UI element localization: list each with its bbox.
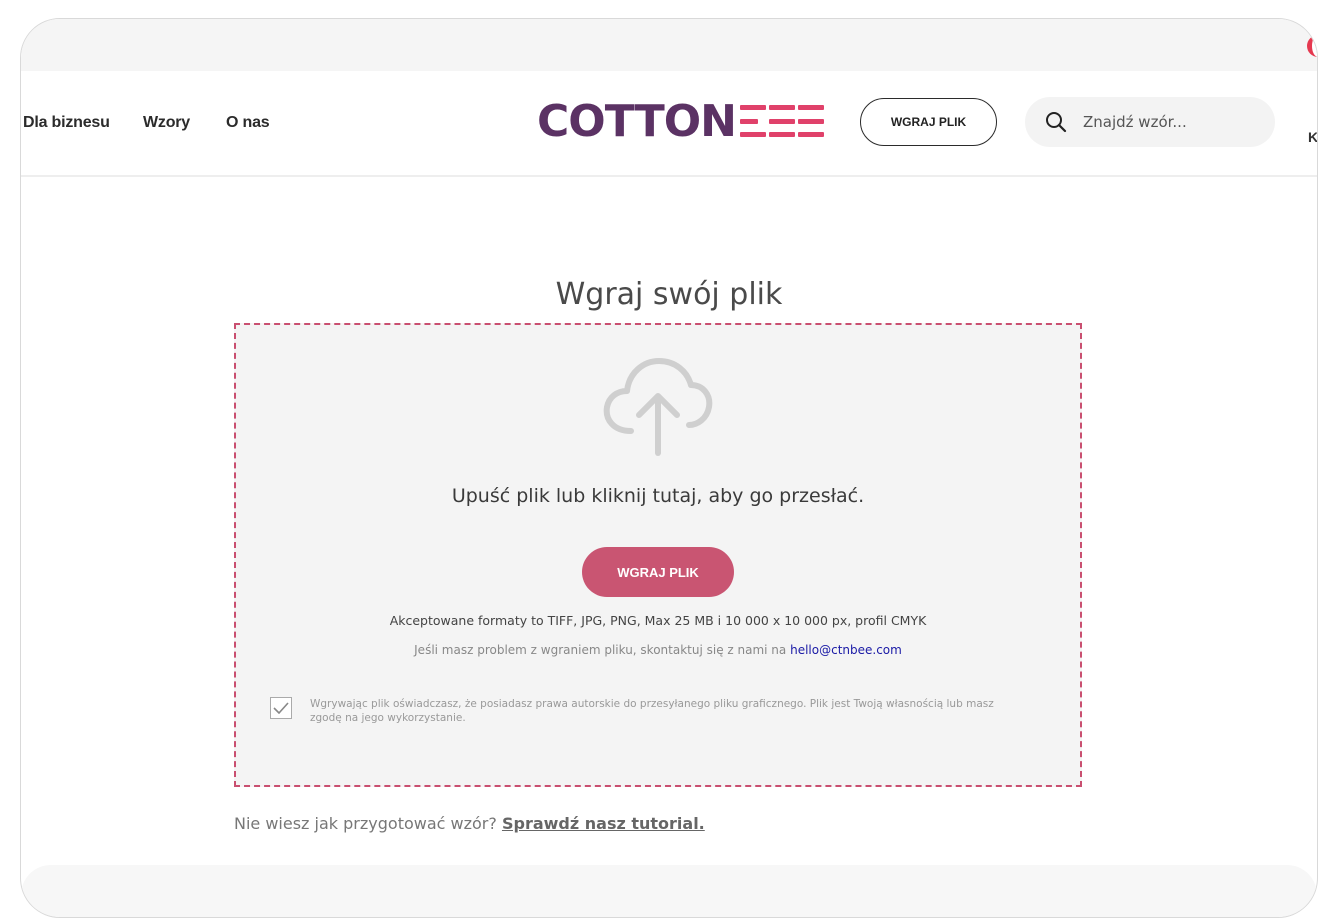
help-email-link[interactable]: hello@ctnbee.com bbox=[790, 643, 902, 657]
dropzone-instruction: Upuść plik lub kliknij tutaj, aby go prz… bbox=[451, 485, 865, 507]
search-input[interactable] bbox=[1081, 112, 1255, 132]
file-dropzone[interactable]: Upuść plik lub kliknij tutaj, aby go prz… bbox=[234, 323, 1082, 787]
cloud-upload-icon bbox=[603, 358, 713, 456]
nav-link-about[interactable]: O nas bbox=[226, 114, 270, 132]
logo-bee-mark bbox=[739, 105, 824, 137]
logo-e-glyph bbox=[797, 105, 824, 137]
header-cut-text[interactable]: K bbox=[1308, 129, 1317, 145]
consent-checkbox[interactable] bbox=[270, 697, 292, 719]
site-header: Dla biznesu Wzory O nas COTTON WGRAJ PLI… bbox=[21, 71, 1317, 177]
upload-file-button[interactable]: WGRAJ PLIK bbox=[582, 547, 734, 597]
tutorial-prompt: Nie wiesz jak przygotować wzór? Sprawdź … bbox=[234, 814, 705, 833]
checkmark-icon bbox=[273, 702, 289, 714]
nav-link-business[interactable]: Dla biznesu bbox=[23, 114, 110, 132]
browser-frame: Dla biznesu Wzory O nas COTTON WGRAJ PLI… bbox=[20, 18, 1318, 918]
header-upload-button[interactable]: WGRAJ PLIK bbox=[860, 98, 997, 146]
consent-line-2: zgodę na jego wykorzystanie. bbox=[310, 712, 466, 724]
page-title: Wgraj swój plik bbox=[555, 277, 783, 313]
logo-b-glyph bbox=[739, 105, 766, 137]
logo-wordmark: COTTON bbox=[537, 95, 737, 147]
tutorial-link[interactable]: Sprawdź nasz tutorial. bbox=[502, 814, 705, 833]
consent-line-1: Wgrywając plik oświadczasz, że posiadasz… bbox=[310, 698, 994, 710]
nav-link-patterns[interactable]: Wzory bbox=[143, 114, 190, 132]
top-bar bbox=[21, 19, 1317, 71]
help-text-prefix: Jeśli masz problem z wgraniem pliku, sko… bbox=[414, 643, 787, 657]
tutorial-question: Nie wiesz jak przygotować wzór? bbox=[234, 814, 497, 833]
consent-text: Wgrywając plik oświadczasz, że posiadasz… bbox=[310, 697, 1030, 725]
search-icon bbox=[1046, 112, 1067, 133]
footer-strip bbox=[21, 865, 1317, 917]
search-box[interactable] bbox=[1025, 97, 1275, 147]
accepted-formats-text: Akceptowane formaty to TIFF, JPG, PNG, M… bbox=[389, 613, 927, 628]
help-text: Jeśli masz problem z wgraniem pliku, sko… bbox=[236, 643, 1080, 657]
logo-e-glyph bbox=[768, 105, 795, 137]
cottonbee-logo[interactable]: COTTON bbox=[537, 95, 824, 147]
